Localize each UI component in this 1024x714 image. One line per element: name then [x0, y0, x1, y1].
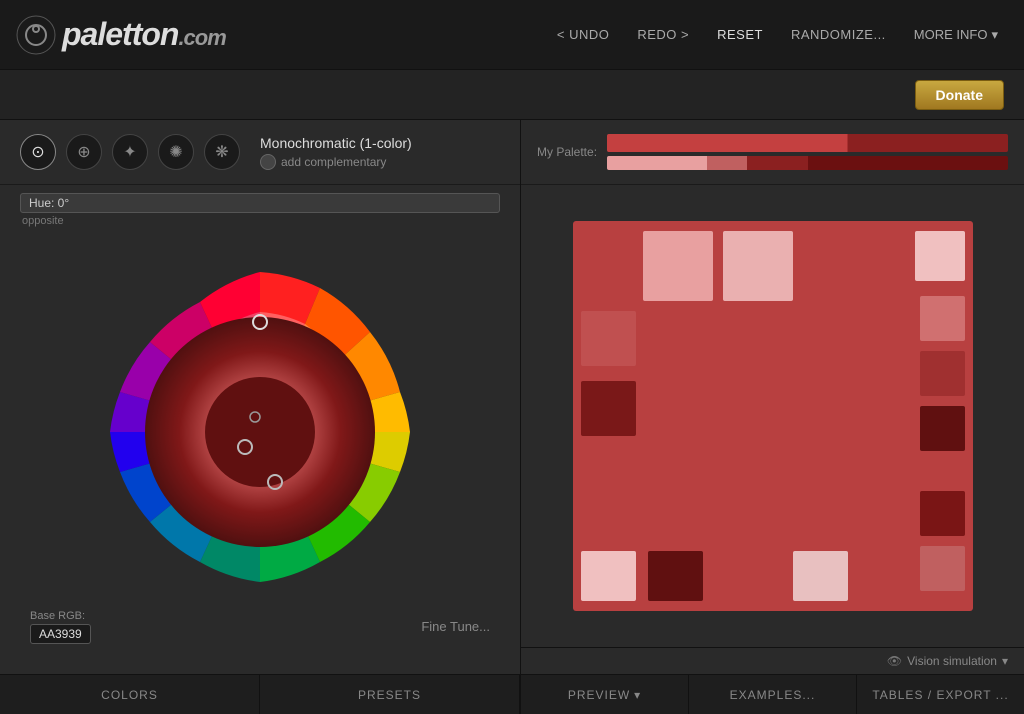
redo-button[interactable]: REDO >: [627, 21, 699, 48]
swatch-right2[interactable]: [920, 351, 965, 396]
nav-buttons: < UNDO REDO > RESET RANDOMIZE... MORE IN…: [547, 21, 1008, 49]
reset-button[interactable]: RESET: [707, 21, 773, 48]
fine-tune-button[interactable]: Fine Tune...: [421, 619, 490, 634]
color-wheel[interactable]: [90, 262, 430, 602]
vision-sim-row: 👁 Vision simulation ▾: [521, 647, 1024, 674]
chevron-down-icon: ▾: [991, 27, 998, 43]
palette-swatch-mid: [707, 156, 747, 170]
wheel-area: Base RGB: AA3939 Fine Tune...: [0, 231, 520, 674]
left-panel: ⊙ ⊕ ✦ ✺ ❋ Monochromatic (1-color) add co…: [0, 120, 520, 714]
logo-icon: [16, 15, 56, 55]
undo-button[interactable]: < UNDO: [547, 21, 619, 48]
right-panel: My Palette:: [520, 120, 1024, 714]
palette-bars: [607, 134, 1008, 170]
right-bottom-tabs: PREVIEW ▾ EXAMPLES... TABLES / EXPORT ..…: [521, 674, 1024, 714]
left-bottom-tabs: COLORS PRESETS: [0, 674, 520, 714]
eye-icon: 👁: [887, 654, 902, 668]
swatch-right1[interactable]: [920, 296, 965, 341]
base-rgb-value[interactable]: AA3939: [30, 624, 91, 644]
scheme-triad-icon[interactable]: ✦: [112, 134, 148, 170]
tab-colors[interactable]: COLORS: [0, 675, 260, 714]
scheme-adjacent-icon[interactable]: ⊕: [66, 134, 102, 170]
scheme-mono-icon[interactable]: ⊙: [20, 134, 56, 170]
base-rgb-label: Base RGB:: [30, 610, 91, 622]
chevron-down-icon: ▾: [1002, 654, 1008, 668]
color-grid-area: [521, 185, 1024, 647]
scheme-tetrad-icon[interactable]: ✺: [158, 134, 194, 170]
add-complementary[interactable]: add complementary: [260, 154, 500, 170]
palette-bar-secondary: [607, 156, 1008, 170]
main: ⊙ ⊕ ✦ ✺ ❋ Monochromatic (1-color) add co…: [0, 120, 1024, 714]
donate-bar: Donate: [0, 70, 1024, 120]
tab-tables-export[interactable]: TABLES / EXPORT ...: [857, 675, 1024, 714]
tab-preview[interactable]: PREVIEW ▾: [521, 675, 689, 714]
palette-swatch-dark-mid: [747, 156, 807, 170]
header: paletton.com < UNDO REDO > RESET RANDOMI…: [0, 0, 1024, 70]
chevron-down-icon: ▾: [634, 688, 641, 702]
donate-button[interactable]: Donate: [915, 80, 1004, 110]
scheme-name: Monochromatic (1-color): [260, 135, 500, 151]
right-bottom: 👁 Vision simulation ▾ PREVIEW ▾ EXAMPLES…: [521, 647, 1024, 714]
palette-swatch-light: [607, 156, 707, 170]
logo: paletton.com: [16, 15, 547, 55]
swatch-br2[interactable]: [920, 546, 965, 591]
palette-label: My Palette:: [537, 145, 597, 159]
swatch-tl2[interactable]: [723, 231, 793, 301]
tab-presets[interactable]: PRESETS: [260, 675, 520, 714]
swatch-br1[interactable]: [920, 491, 965, 536]
swatch-tr1[interactable]: [915, 231, 965, 281]
vision-simulation-button[interactable]: 👁 Vision simulation ▾: [887, 654, 1008, 668]
hue-badge: Hue: 0°: [20, 193, 500, 213]
opposite-label: opposite: [20, 215, 500, 227]
logo-name: paletton.com: [62, 16, 226, 53]
base-rgb-group: Base RGB: AA3939: [30, 610, 91, 644]
toggle-icon: [260, 154, 276, 170]
color-grid: [573, 221, 973, 611]
tab-examples[interactable]: EXAMPLES...: [689, 675, 857, 714]
palette-bar-primary: [607, 134, 1008, 152]
more-info-button[interactable]: MORE INFO ▾: [904, 21, 1008, 49]
swatch-left2[interactable]: [581, 381, 636, 436]
hue-row: Hue: 0° opposite: [0, 185, 520, 231]
randomize-button[interactable]: RANDOMIZE...: [781, 21, 896, 48]
swatch-bl1[interactable]: [581, 551, 636, 601]
scheme-row: ⊙ ⊕ ✦ ✺ ❋ Monochromatic (1-color) add co…: [0, 120, 520, 185]
scheme-label: Monochromatic (1-color) add complementar…: [260, 135, 500, 170]
swatch-left1[interactable]: [581, 311, 636, 366]
wheel-bottom: Base RGB: AA3939 Fine Tune...: [10, 610, 510, 644]
palette-row: My Palette:: [521, 120, 1024, 185]
swatch-tl1[interactable]: [643, 231, 713, 301]
palette-swatch-dark: [808, 156, 1008, 170]
swatch-bl3[interactable]: [793, 551, 848, 601]
swatch-right3[interactable]: [920, 406, 965, 451]
swatch-bl2[interactable]: [648, 551, 703, 601]
scheme-free-icon[interactable]: ❋: [204, 134, 240, 170]
